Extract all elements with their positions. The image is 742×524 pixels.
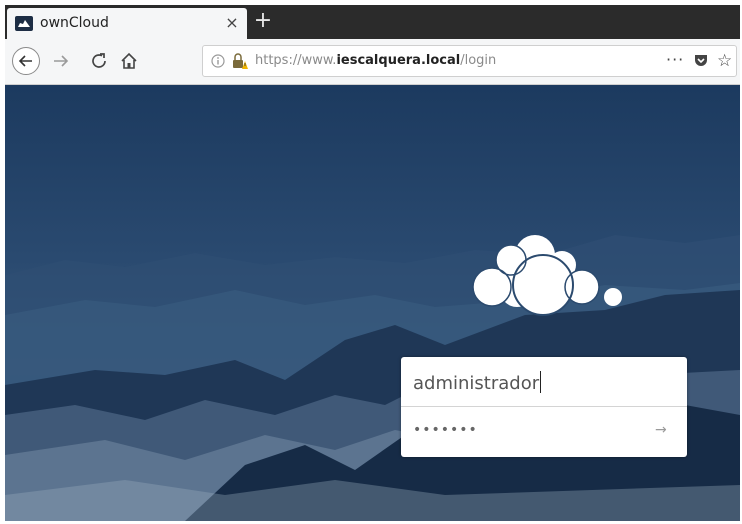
browser-window: ownCloud × + https://www.iescalquera.loc… — [5, 5, 740, 521]
submit-arrow-icon[interactable]: → — [655, 422, 667, 438]
username-value: administrador — [413, 371, 542, 394]
navigation-bar: https://www.iescalquera.local/login ··· … — [5, 39, 740, 85]
password-input[interactable]: ••••••• → — [401, 408, 687, 457]
url-host: iescalquera.local — [336, 53, 461, 68]
home-button[interactable] — [119, 51, 139, 71]
page-actions-button[interactable]: ··· — [666, 50, 684, 69]
new-tab-button[interactable]: + — [253, 10, 273, 32]
address-bar[interactable]: https://www.iescalquera.local/login ··· … — [202, 45, 737, 77]
forward-button[interactable] — [51, 51, 71, 71]
username-text: administrador — [413, 373, 540, 394]
tab-close-icon[interactable]: × — [224, 13, 240, 33]
back-button[interactable] — [12, 47, 40, 75]
tab-strip: ownCloud × + — [5, 5, 740, 39]
owncloud-logo — [472, 235, 622, 316]
tab-owncloud[interactable]: ownCloud × — [7, 8, 247, 39]
pocket-icon[interactable] — [693, 53, 709, 68]
password-mask: ••••••• — [413, 422, 478, 438]
url-text: https://www.iescalquera.local/login — [255, 53, 496, 68]
lock-warning-icon[interactable] — [231, 52, 249, 70]
login-form: administrador ••••••• → — [401, 357, 687, 457]
login-page: administrador ••••••• → — [5, 85, 740, 521]
bookmark-star-icon[interactable]: ☆ — [717, 51, 732, 71]
url-path: /login — [460, 53, 497, 68]
text-cursor — [540, 371, 542, 393]
url-prefix: https://www. — [255, 53, 337, 68]
back-arrow-icon — [18, 55, 32, 67]
tab-title: ownCloud — [40, 15, 109, 31]
reload-button[interactable] — [89, 51, 109, 71]
owncloud-favicon-icon — [15, 16, 33, 31]
info-icon[interactable] — [211, 54, 225, 68]
username-input[interactable]: administrador — [401, 357, 687, 407]
